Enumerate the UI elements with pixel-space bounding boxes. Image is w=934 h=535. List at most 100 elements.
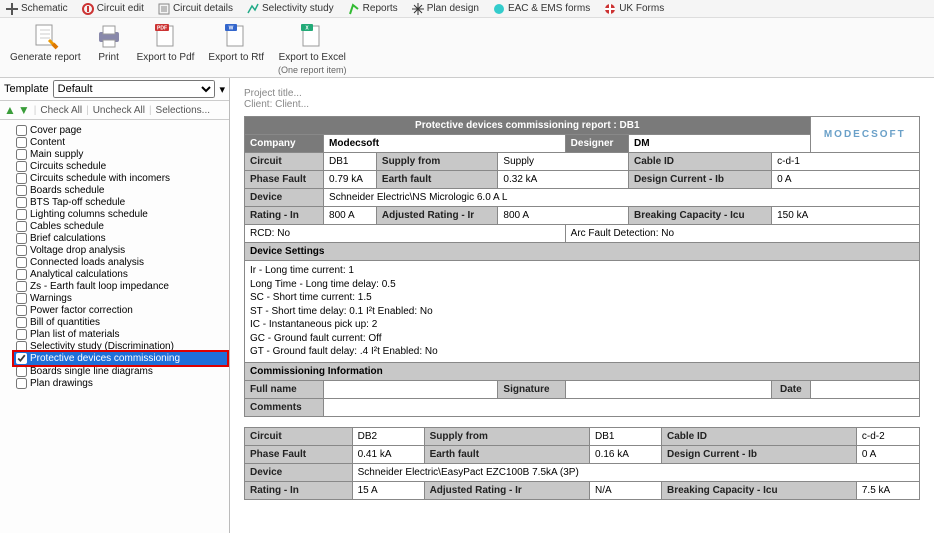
- tree-item[interactable]: Cables schedule: [14, 220, 227, 232]
- tab-uk-forms[interactable]: UK Forms: [604, 3, 664, 15]
- breaking-capacity-value: 7.5 kA: [856, 481, 919, 499]
- phase-fault-value: 0.79 kA: [324, 171, 377, 189]
- tree-item-label: Protective devices commissioning: [30, 353, 180, 364]
- adjusted-rating-value: 800 A: [498, 207, 629, 225]
- device-settings-header: Device Settings: [245, 243, 920, 261]
- phase-fault-label: Phase Fault: [245, 445, 353, 463]
- tree-item[interactable]: Boards single line diagrams: [14, 365, 227, 377]
- tree-checkbox[interactable]: [16, 281, 27, 292]
- tree-checkbox[interactable]: [16, 341, 27, 352]
- tab-reports[interactable]: Reports: [348, 3, 398, 15]
- tree-item[interactable]: Content: [14, 136, 227, 148]
- earth-fault-value: 0.16 kA: [590, 445, 662, 463]
- design-current-label: Design Current - Ib: [662, 445, 857, 463]
- tree-checkbox[interactable]: [16, 317, 27, 328]
- tree-item[interactable]: Circuits schedule: [14, 160, 227, 172]
- report-icon: [31, 22, 59, 50]
- breaking-capacity-label: Breaking Capacity - Icu: [662, 481, 857, 499]
- tab-circuit-edit[interactable]: Circuit edit: [82, 3, 144, 15]
- circuit-value: DB1: [324, 153, 377, 171]
- pdf-icon: PDF: [152, 22, 180, 50]
- company-value: Modecsoft: [324, 135, 566, 153]
- tree-item-label: Brief calculations: [30, 233, 106, 244]
- tree-checkbox[interactable]: [16, 125, 27, 136]
- tree-item[interactable]: Selectivity study (Discrimination): [14, 340, 227, 352]
- adjusted-rating-label: Adjusted Rating - Ir: [424, 481, 589, 499]
- earth-fault-label: Earth fault: [376, 171, 498, 189]
- template-select[interactable]: Default: [53, 80, 216, 98]
- date-value: [810, 380, 919, 398]
- template-menu-icon[interactable]: ▾: [219, 83, 225, 96]
- tree-item[interactable]: Lighting columns schedule: [14, 208, 227, 220]
- device-value: Schneider Electric\NS Micrologic 6.0 A L: [324, 189, 920, 207]
- circuit-label: Circuit: [245, 153, 324, 171]
- tree-checkbox[interactable]: [16, 293, 27, 304]
- uncheck-all-button[interactable]: Uncheck All: [93, 105, 145, 116]
- tree-checkbox[interactable]: [16, 233, 27, 244]
- rcd-value: RCD: No: [245, 225, 566, 243]
- cable-id-value: c-d-2: [856, 427, 919, 445]
- tree-checkbox[interactable]: [16, 245, 27, 256]
- tree-item-label: Selectivity study (Discrimination): [30, 341, 174, 352]
- export-rtf-button[interactable]: W Export to Rtf: [208, 22, 264, 63]
- tab-schematic[interactable]: Schematic: [6, 3, 68, 15]
- tree-item[interactable]: Plan list of materials: [14, 328, 227, 340]
- tree-item[interactable]: Power factor correction: [14, 304, 227, 316]
- tree-item[interactable]: Voltage drop analysis: [14, 244, 227, 256]
- check-all-button[interactable]: Check All: [40, 105, 82, 116]
- tree-checkbox[interactable]: [16, 221, 27, 232]
- selections-button[interactable]: Selections...: [156, 105, 210, 116]
- arrow-up-icon[interactable]: ▲: [4, 103, 16, 117]
- tree-item[interactable]: Cover page: [14, 124, 227, 136]
- tree-checkbox[interactable]: [16, 161, 27, 172]
- tree-item[interactable]: Main supply: [14, 148, 227, 160]
- export-excel-button[interactable]: X Export to Excel (One report item): [278, 22, 347, 75]
- arrow-down-icon[interactable]: ▼: [18, 103, 30, 117]
- svg-text:W: W: [229, 26, 234, 32]
- rating-in-label: Rating - In: [245, 481, 353, 499]
- cable-id-value: c-d-1: [772, 153, 920, 171]
- export-pdf-button[interactable]: PDF Export to Pdf: [137, 22, 195, 63]
- breaking-capacity-label: Breaking Capacity - Icu: [628, 207, 771, 225]
- project-meta: Project title... Client: Client...: [244, 88, 920, 110]
- tree-item-label: Analytical calculations: [30, 269, 128, 280]
- svg-text:PDF: PDF: [157, 26, 167, 32]
- tree-checkbox[interactable]: [16, 197, 27, 208]
- print-button[interactable]: Print: [95, 22, 123, 63]
- tree-checkbox[interactable]: [16, 353, 27, 364]
- tree-checkbox[interactable]: [16, 305, 27, 316]
- tree-checkbox[interactable]: [16, 366, 27, 377]
- tree-checkbox[interactable]: [16, 137, 27, 148]
- tree-item[interactable]: Bill of quantities: [14, 316, 227, 328]
- tab-plan-design[interactable]: Plan design: [412, 3, 479, 15]
- tree-item[interactable]: BTS Tap-off schedule: [14, 196, 227, 208]
- generate-report-button[interactable]: Generate report: [10, 22, 81, 63]
- tree-item[interactable]: Analytical calculations: [14, 268, 227, 280]
- tree-checkbox[interactable]: [16, 209, 27, 220]
- tree-checkbox[interactable]: [16, 257, 27, 268]
- tab-selectivity-study[interactable]: Selectivity study: [247, 3, 334, 15]
- adjusted-rating-label: Adjusted Rating - Ir: [376, 207, 498, 225]
- tree-checkbox[interactable]: [16, 378, 27, 389]
- comments-label: Comments: [245, 398, 324, 416]
- tree-item[interactable]: Boards schedule: [14, 184, 227, 196]
- tree-item[interactable]: Plan drawings: [14, 377, 227, 389]
- cable-id-label: Cable ID: [662, 427, 857, 445]
- tree-item-label: Circuits schedule: [30, 161, 106, 172]
- report-tree: Cover pageContentMain supplyCircuits sch…: [0, 120, 229, 533]
- logo: MODECSOFT: [810, 117, 919, 153]
- tab-eac-ems[interactable]: EAC & EMS forms: [493, 3, 590, 15]
- tree-checkbox[interactable]: [16, 173, 27, 184]
- tree-checkbox[interactable]: [16, 149, 27, 160]
- tree-item[interactable]: Zs - Earth fault loop impedance: [14, 280, 227, 292]
- tab-circuit-details[interactable]: Circuit details: [158, 3, 233, 15]
- tree-item[interactable]: Circuits schedule with incomers: [14, 172, 227, 184]
- tree-item[interactable]: Connected loads analysis: [14, 256, 227, 268]
- tree-item[interactable]: Warnings: [14, 292, 227, 304]
- tree-item[interactable]: Protective devices commissioning: [14, 352, 227, 365]
- tree-checkbox[interactable]: [16, 185, 27, 196]
- tree-item-label: Circuits schedule with incomers: [30, 173, 170, 184]
- tree-checkbox[interactable]: [16, 269, 27, 280]
- tree-item[interactable]: Brief calculations: [14, 232, 227, 244]
- tree-checkbox[interactable]: [16, 329, 27, 340]
